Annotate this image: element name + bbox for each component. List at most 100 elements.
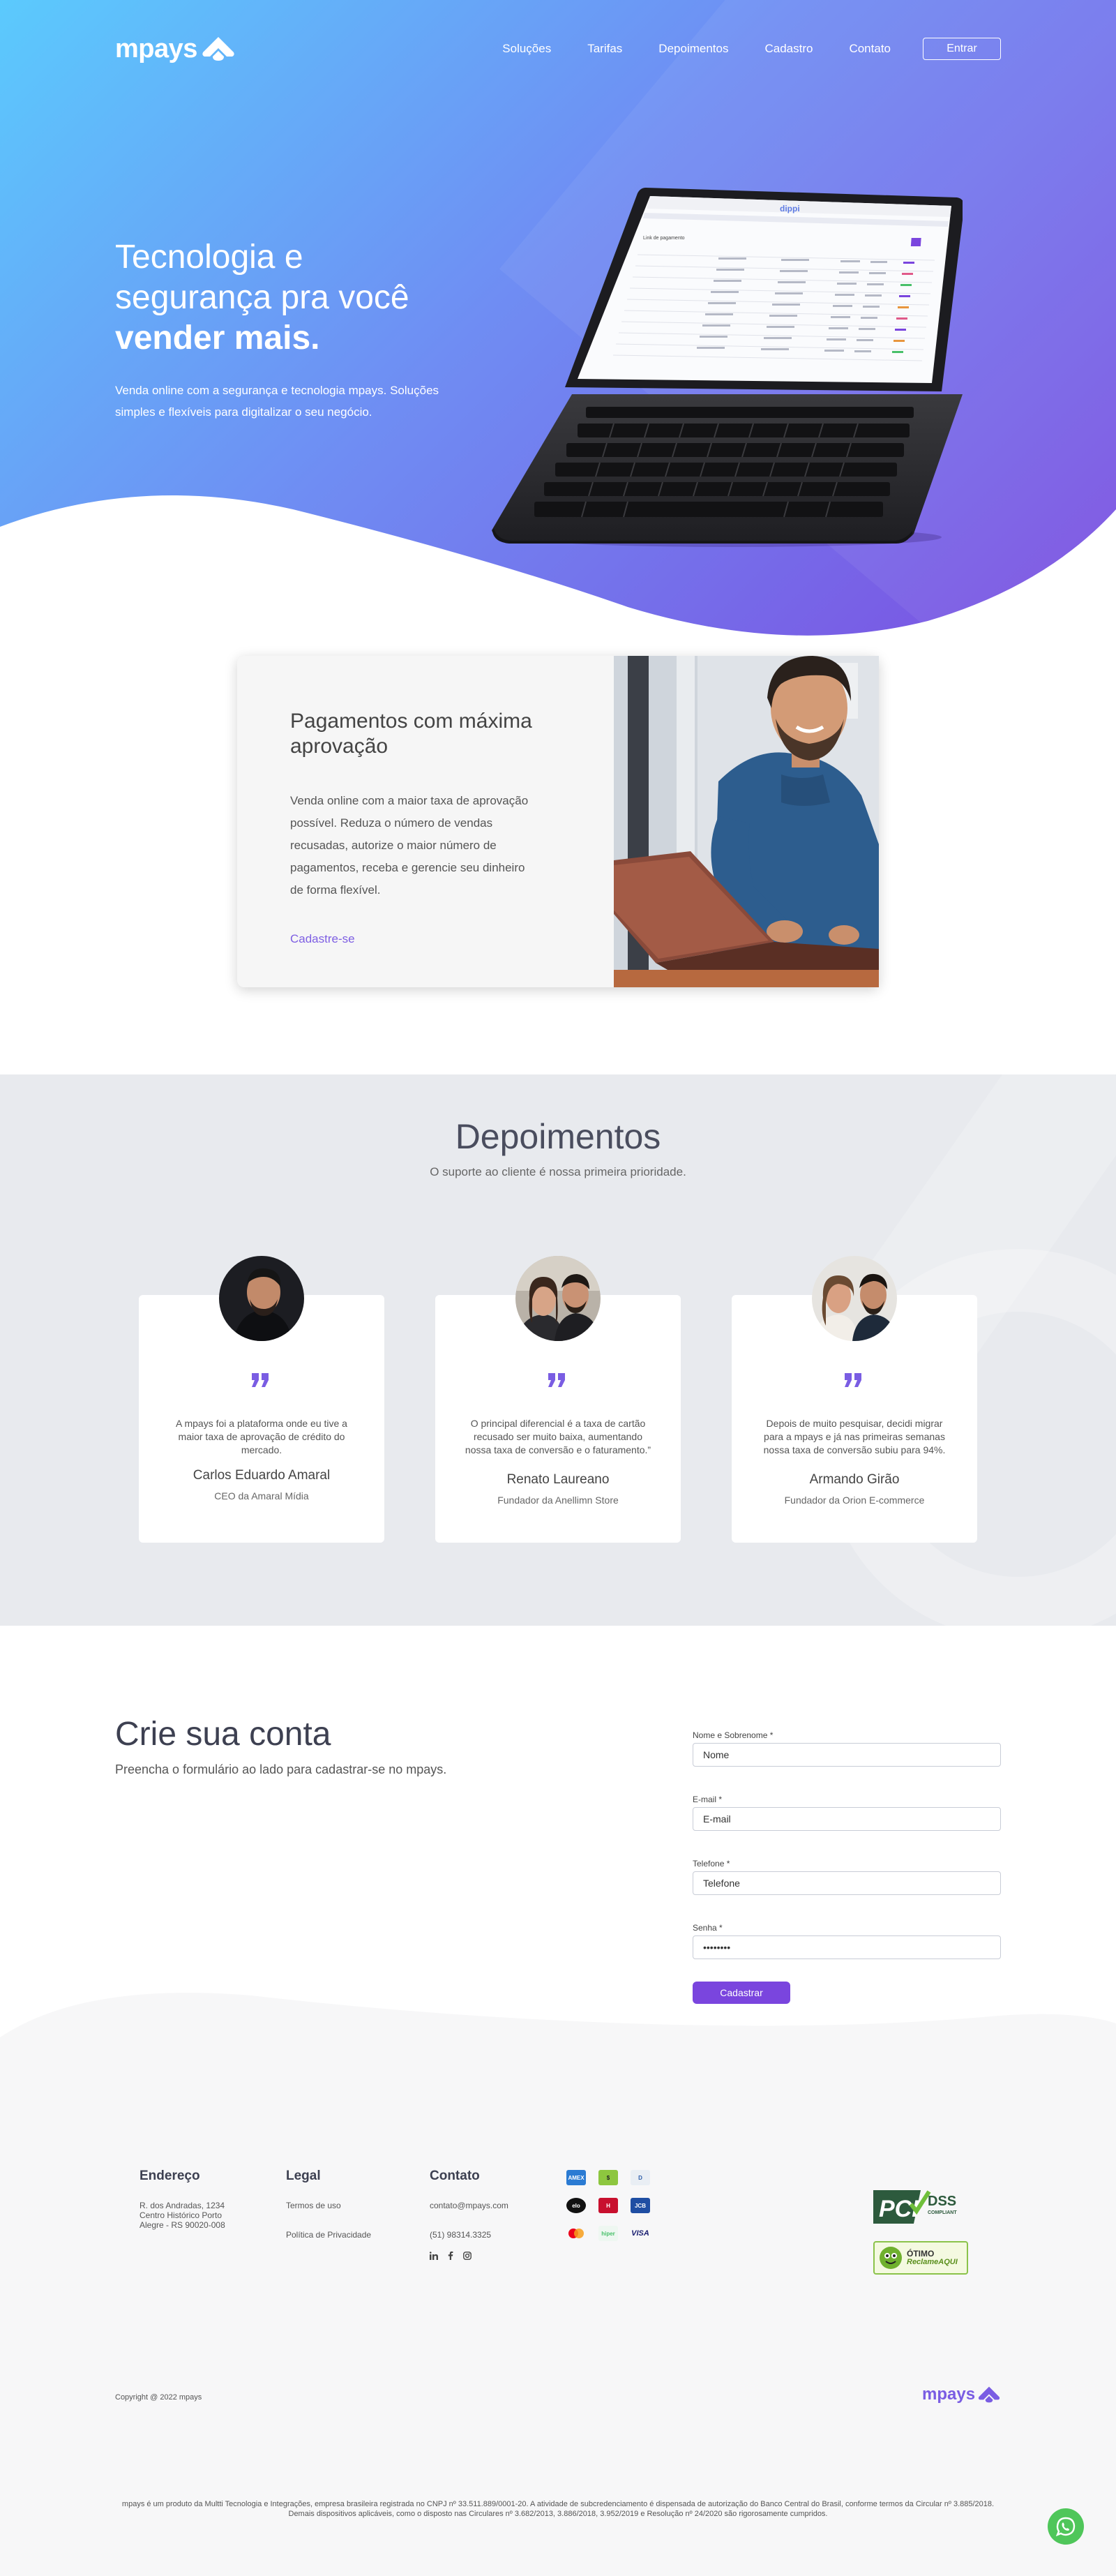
logo-icon — [978, 2386, 1000, 2403]
feature-body: Venda online com a maior taxa de aprovaç… — [290, 794, 529, 897]
address-line: R. dos Andradas, 1234 — [140, 2201, 225, 2210]
top-nav: mpays Soluções Tarifas Depoimentos Cadas… — [115, 32, 1001, 66]
feature-text: Pagamentos com máxima aprovação Venda on… — [290, 709, 541, 946]
brand-logo[interactable]: mpays — [115, 34, 235, 64]
pci-dss-badge: PCI DSS COMPLIANT — [873, 2190, 957, 2224]
signup-title: Crie sua conta — [115, 1716, 331, 1753]
reclameaqui-label: ReclameAQUI — [907, 2258, 958, 2266]
dss-label: DSS — [928, 2194, 956, 2209]
screen-brand: dippi — [780, 204, 800, 214]
hero-text: Tecnologia e segurança pra você vender m… — [115, 237, 443, 423]
password-label: Senha * — [693, 1923, 723, 1933]
signup-link[interactable]: Cadastre-se — [290, 932, 541, 946]
feature-card: Pagamentos com máxima aprovação Venda on… — [237, 656, 879, 987]
phone-label: Telefone * — [693, 1859, 730, 1869]
testimonial-card: Depois de muito pesquisar, decidi migrar… — [732, 1256, 977, 1543]
terms-link[interactable]: Termos de uso — [286, 2201, 371, 2210]
address-title: Endereço — [140, 2169, 200, 2183]
address-line: Alegre - RS 90020-008 — [140, 2220, 225, 2230]
testimonial-role: CEO da Amaral Mídia — [214, 1490, 309, 1502]
contact-email-link[interactable]: contato@mpays.com — [430, 2201, 508, 2210]
testimonial-card: A mpays foi a plataforma onde eu tive a … — [139, 1256, 384, 1543]
social-links — [430, 2251, 508, 2260]
signup-subtitle: Preencha o formulário ao lado para cadas… — [115, 1762, 447, 1776]
instagram-icon[interactable] — [463, 2251, 472, 2260]
elo-icon: elo — [566, 2198, 586, 2213]
mastercard-icon — [568, 2229, 584, 2238]
legal-notice: mpays é um produto da Multti Tecnologia … — [121, 2500, 995, 2518]
brand-name: mpays — [115, 33, 197, 63]
password-field[interactable] — [693, 1935, 1001, 1959]
privacy-link[interactable]: Política de Privacidade — [286, 2230, 371, 2240]
quote-icon — [845, 1373, 861, 1387]
testimonials-section: Depoimentos O suporte ao cliente é nossa… — [0, 1074, 1116, 1626]
feature-section: Pagamentos com máxima aprovação Venda on… — [0, 656, 1116, 1074]
testimonial-text: Depois de muito pesquisar, decidi migrar… — [763, 1418, 946, 1455]
contact-title: Contato — [430, 2169, 480, 2183]
nav-item-solucoes[interactable]: Soluções — [502, 42, 551, 56]
name-field[interactable] — [693, 1743, 1001, 1767]
address-line: Centro Histórico Porto — [140, 2210, 223, 2220]
quote-icon — [252, 1373, 269, 1387]
hero-title-line2: segurança pra você — [115, 279, 409, 316]
card-brands: AMEX $ D elo H JCB hiper VISA — [566, 2170, 663, 2241]
hiper-icon: hiper — [598, 2226, 618, 2241]
testimonial-text: O principal diferencial é a taxa de cart… — [465, 1418, 651, 1455]
hero-title: Tecnologia e segurança pra você vender m… — [115, 237, 443, 359]
footer-contact: Contato contato@mpays.com (51) 98314.332… — [430, 2169, 508, 2260]
signup-form: Nome e Sobrenome * E-mail * Telefone * S… — [693, 1730, 1001, 2004]
phone-field[interactable] — [693, 1871, 1001, 1895]
nav-item-tarifas[interactable]: Tarifas — [587, 42, 622, 56]
footer-logo[interactable]: mpays — [922, 2385, 1000, 2404]
reclameaqui-rating: ÓTIMO — [907, 2249, 935, 2259]
screen-heading: Link de pagamento — [643, 236, 685, 241]
nav-item-cadastro[interactable]: Cadastro — [764, 42, 813, 56]
testimonial-role: Fundador da Anellimn Store — [497, 1495, 619, 1506]
avatar — [219, 1256, 304, 1341]
footer-brand-name: mpays — [922, 2385, 976, 2404]
whatsapp-button[interactable] — [1048, 2508, 1084, 2545]
hero-title-line1: Tecnologia e — [115, 239, 303, 276]
quote-icon — [548, 1373, 565, 1387]
facebook-icon[interactable] — [448, 2251, 453, 2260]
login-button[interactable]: Entrar — [923, 38, 1001, 60]
testimonial-name: Renato Laureano — [506, 1472, 610, 1487]
avatar — [812, 1256, 897, 1341]
logo-icon — [202, 37, 234, 61]
diners-icon: D — [631, 2170, 650, 2185]
man-with-laptop-photo — [614, 656, 879, 987]
footer: Endereço R. dos Andradas, 1234 Centro Hi… — [0, 1993, 1116, 2576]
reclameaqui-badge: ÓTIMO ReclameAQUI — [873, 2241, 968, 2275]
testimonial-text: A mpays foi a plataforma onde eu tive a … — [176, 1418, 347, 1455]
testimonial-name: Armando Girão — [809, 1472, 900, 1487]
nav-item-depoimentos[interactable]: Depoimentos — [658, 42, 728, 56]
name-label: Nome e Sobrenome * — [693, 1730, 774, 1740]
hipercard-icon: H — [598, 2198, 618, 2213]
testimonial-name: Carlos Eduardo Amaral — [193, 1468, 331, 1483]
linkedin-icon[interactable] — [430, 2251, 438, 2260]
footer-legal: Legal Termos de uso Política de Privacid… — [286, 2169, 371, 2240]
feature-title: Pagamentos com máxima aprovação — [290, 710, 532, 758]
hero-title-bold: vender mais. — [115, 320, 320, 357]
contact-phone-link[interactable]: (51) 98314.3325 — [430, 2230, 508, 2240]
legal-title: Legal — [286, 2169, 321, 2183]
footer-wave — [0, 1993, 1116, 2065]
testimonials-subtitle: O suporte ao cliente é nossa primeira pr… — [430, 1165, 686, 1178]
amex-icon: AMEX — [566, 2170, 586, 2185]
testimonials-title: Depoimentos — [455, 1117, 661, 1156]
email-label: E-mail * — [693, 1795, 723, 1804]
avatar — [515, 1256, 601, 1341]
jcb-icon: JCB — [631, 2198, 650, 2213]
pci-compliant-label: COMPLIANT — [928, 2210, 957, 2215]
nav-menu: Soluções Tarifas Depoimentos Cadastro Co… — [466, 38, 1001, 60]
hero-subtitle: Venda online com a segurança e tecnologi… — [115, 384, 439, 419]
email-field[interactable] — [693, 1807, 1001, 1831]
whatsapp-icon — [1055, 2517, 1076, 2537]
copyright: Copyright @ 2022 mpays — [115, 2393, 202, 2402]
nav-item-contato[interactable]: Contato — [849, 42, 891, 56]
testimonial-role: Fundador da Orion E-commerce — [784, 1495, 925, 1506]
reclameaqui-icon — [880, 2247, 902, 2269]
hero-section: mpays Soluções Tarifas Depoimentos Cadas… — [0, 0, 1116, 656]
footer-address: Endereço R. dos Andradas, 1234 Centro Hi… — [140, 2169, 225, 2230]
hero-wave — [0, 495, 1116, 656]
